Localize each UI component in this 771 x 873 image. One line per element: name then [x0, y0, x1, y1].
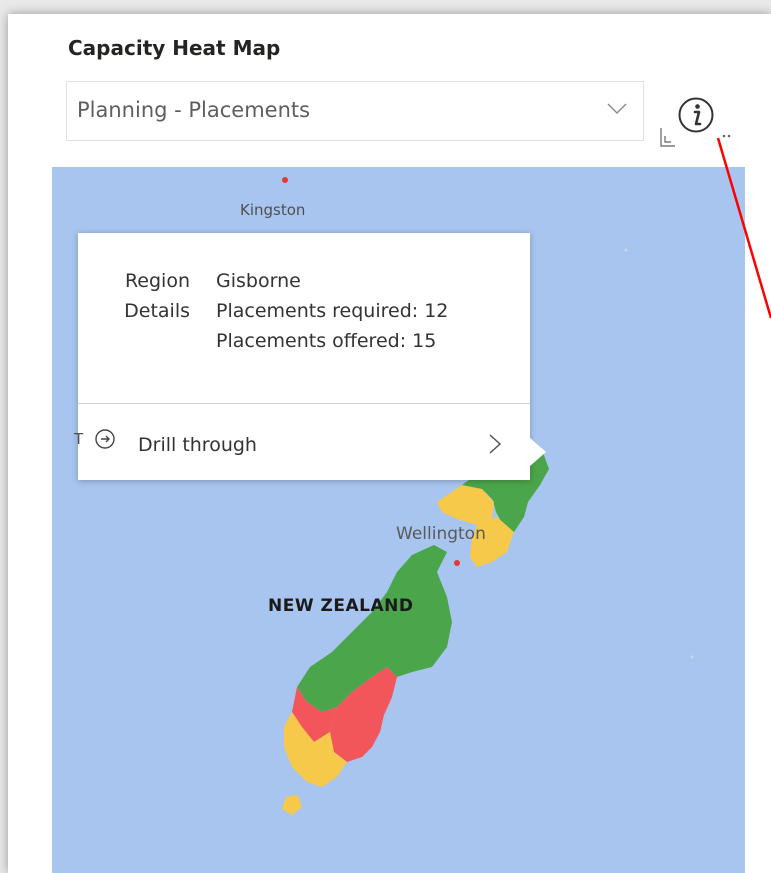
tooltip-details-line1: Placements required: 12 [216, 300, 449, 322]
visual-title: Capacity Heat Map [68, 36, 281, 60]
focus-mode-icon[interactable] [659, 126, 677, 148]
visual-header-icons [659, 96, 743, 156]
drill-through-button[interactable]: Drill through [78, 404, 530, 480]
wellington-marker [454, 560, 460, 566]
chevron-down-icon [607, 103, 627, 114]
tooltip-details-line2: Placements offered: 15 [216, 330, 437, 352]
kingston-marker [282, 177, 288, 183]
stewart-island [282, 795, 302, 815]
wellington-label: Wellington [396, 524, 486, 544]
country-label: NEW ZEALAND [268, 596, 414, 616]
more-options-icon[interactable] [721, 132, 735, 140]
tooltip-region-label: Region [124, 270, 190, 292]
drill-through-icon [95, 429, 115, 449]
tooltip-region-value: Gisborne [216, 270, 301, 292]
tooltip-details-label: Details [124, 300, 190, 322]
drill-through-label: Drill through [138, 434, 257, 456]
info-icon[interactable] [677, 96, 715, 134]
kingston-label: Kingston [240, 201, 306, 219]
dropdown-selected-value: Planning - Placements [77, 98, 311, 122]
visual-container: Capacity Heat Map Planning - Placements [8, 14, 771, 873]
chevron-right-icon [489, 434, 502, 454]
map-label-fragment: T [74, 430, 84, 448]
map-tooltip: Region Gisborne Details Placements requi… [78, 233, 530, 480]
slicer-dropdown[interactable]: Planning - Placements [66, 81, 644, 141]
tooltip-pointer [530, 438, 546, 466]
